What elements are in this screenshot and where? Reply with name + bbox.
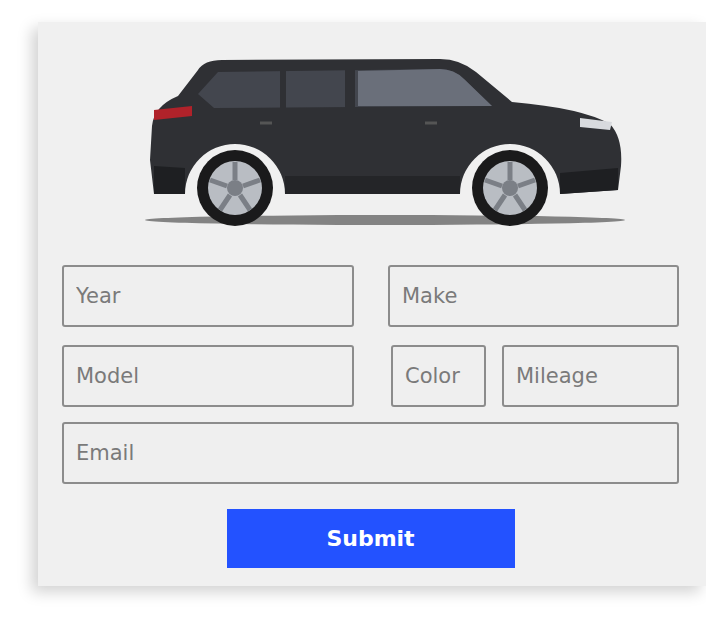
color-field[interactable]	[391, 345, 486, 407]
submit-button[interactable]: Submit	[227, 509, 515, 568]
year-field[interactable]	[62, 265, 354, 327]
email-field[interactable]	[62, 422, 679, 484]
suv-icon	[140, 48, 625, 228]
form-row	[62, 345, 679, 407]
vehicle-form-card: Submit	[38, 22, 706, 586]
mileage-field[interactable]	[502, 345, 679, 407]
car-image	[62, 48, 679, 265]
form-row	[62, 422, 679, 484]
form-row	[62, 265, 679, 327]
make-field[interactable]	[388, 265, 679, 327]
model-field[interactable]	[62, 345, 354, 407]
